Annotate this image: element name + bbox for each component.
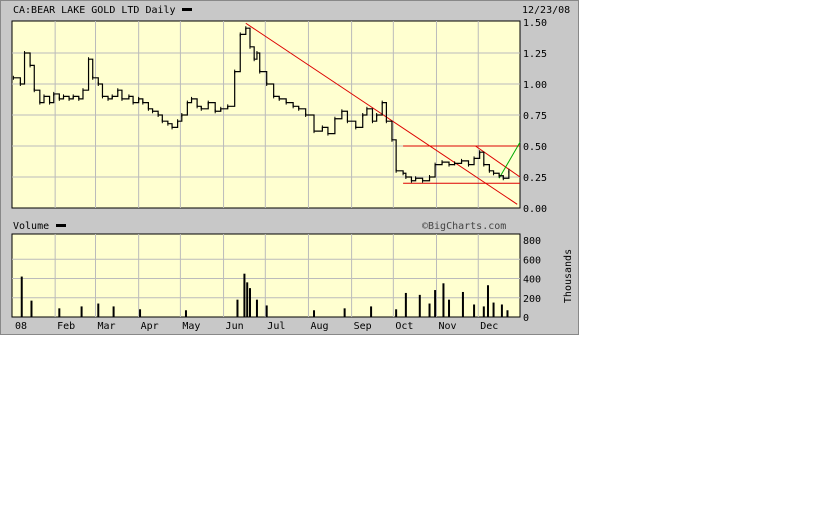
volume-bar [442,283,445,317]
volume-bar [236,299,239,317]
price-y-tick-label: 1.25 [523,49,547,60]
x-tick-label: Jun [226,321,244,332]
x-tick-label: Nov [438,321,456,332]
x-tick-label: Apr [141,321,159,332]
x-tick-label: Aug [310,321,328,332]
volume-y-tick-label: 800 [523,236,541,247]
x-tick-label: Sep [354,321,372,332]
volume-bar [112,306,115,317]
volume-bar [30,300,33,317]
chart-canvas: 1.50 1.25 1.00 0.75 0.50 0.25 0.00 CA:BEAR LAK… [0,0,579,335]
price-y-tick-label: 1.50 [523,18,547,29]
volume-bar [428,303,431,317]
volume-bar [246,282,249,317]
price-y-tick-label: 1.00 [523,80,547,91]
volume-y-label: Thousands [563,249,574,303]
watermark: ©BigCharts.com [422,221,506,232]
volume-y-tick-label: 0 [523,313,529,324]
x-tick-label: Feb [57,321,75,332]
volume-bar [313,310,316,317]
volume-bar [482,306,485,317]
x-tick-label: May [182,321,200,332]
volume-bar [500,304,503,317]
volume-y-tick-label: 400 [523,275,541,286]
volume-bar [434,290,437,317]
volume-bar [395,309,398,317]
volume-bar [506,310,509,317]
volume-bar [265,305,268,317]
x-tick-label: Dec [480,321,498,332]
x-tick-label: Oct [395,321,413,332]
price-y-tick-label: 0.75 [523,111,547,122]
chart-date: 12/23/08 [522,5,570,16]
volume-y-tick-label: 600 [523,255,541,266]
volume-bar [243,273,246,317]
volume-bar [486,285,489,317]
x-tick-label: 08 [15,321,27,332]
volume-bar [473,304,476,317]
volume-bar [255,299,258,317]
volume-bar [370,306,373,317]
volume-bar [448,299,451,317]
volume-y-tick-label: 200 [523,294,541,305]
volume-bar [80,306,83,317]
volume-bar [58,308,61,317]
volume-bar [343,308,346,317]
volume-title: Volume [13,221,49,232]
volume-bar [248,288,251,317]
volume-bar [404,292,407,317]
stock-chart: 1.50 1.25 1.00 0.75 0.50 0.25 0.00 CA:BEAR LAK… [0,0,580,336]
volume-bar [139,309,142,317]
volume-bar [20,276,23,317]
chart-title: CA:BEAR LAKE GOLD LTD Daily [13,5,176,16]
volume-bar [184,310,187,317]
volume-bar [97,303,100,317]
volume-bar [461,291,464,317]
volume-bar [492,302,495,317]
price-y-tick-label: 0.00 [523,204,547,215]
x-tick-label: Jul [267,321,285,332]
legend-swatch-price [182,8,192,11]
volume-bar [418,294,421,317]
price-y-tick-label: 0.25 [523,173,547,184]
legend-swatch-volume [56,224,66,227]
x-tick-label: Mar [98,321,116,332]
price-y-tick-label: 0.50 [523,142,547,153]
